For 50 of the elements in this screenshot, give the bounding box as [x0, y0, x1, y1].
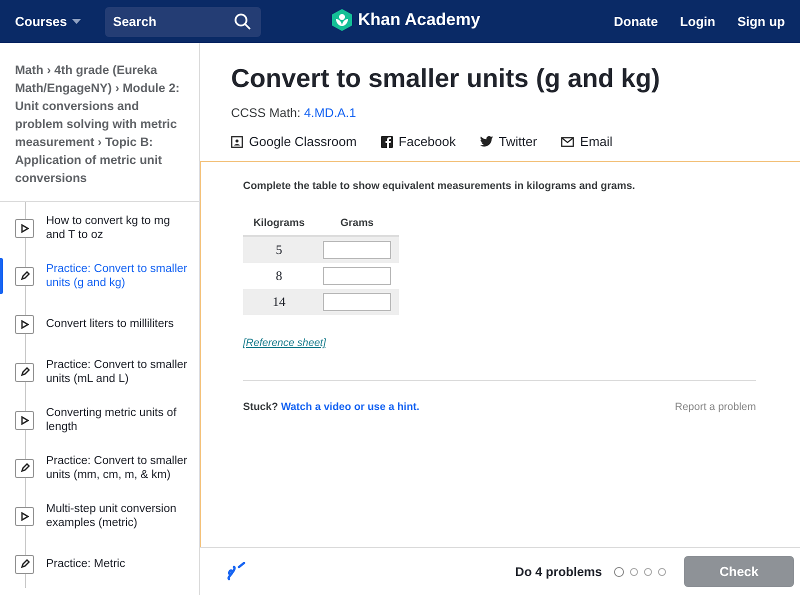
pencil-icon: [15, 554, 34, 574]
search-field[interactable]: Search: [105, 6, 262, 36]
pencil-icon: [15, 458, 34, 478]
header-link[interactable]: Sign up: [737, 14, 785, 29]
courses-menu[interactable]: Courses: [15, 14, 82, 29]
search-icon: [234, 12, 252, 30]
play-icon: [15, 314, 34, 334]
pencil-icon: [15, 362, 34, 382]
lesson-item[interactable]: Practice: Convert to smaller units (mL and L): [0, 348, 199, 396]
report-link[interactable]: Report a problem: [674, 401, 756, 413]
classroom-icon: [231, 136, 243, 148]
hint-link[interactable]: Watch a video or use a hint.: [280, 401, 420, 413]
lesson-item[interactable]: Practice: Convert to smaller units (mm, cm, m, & km): [0, 444, 199, 492]
share-link[interactable]: Email: [561, 134, 613, 149]
play-icon: [15, 218, 34, 238]
question-text: Complete the table to show equivalent measurements in kilograms and grams.: [243, 180, 636, 192]
page-title: Convert to smaller units (g and kg): [231, 63, 662, 94]
table-cell: 5: [243, 236, 315, 263]
standard-label: CCSS Math:: [231, 106, 300, 120]
logo-icon: [332, 9, 352, 31]
facebook-icon: [380, 136, 393, 148]
table-cell: 14: [243, 289, 315, 315]
stuck-label: Stuck?: [243, 401, 278, 413]
lesson-item[interactable]: Multi-step unit conversion examples (metric): [0, 492, 199, 540]
scratchpad-icon[interactable]: [226, 562, 246, 582]
task-label: Do 4 problems: [515, 564, 602, 578]
reference-link[interactable]: [Reference sheet]: [243, 337, 326, 349]
standard-link[interactable]: 4.MD.A.1: [304, 106, 356, 120]
twitter-icon: [480, 136, 493, 147]
lesson-item[interactable]: Convert liters to milliliters: [0, 300, 199, 348]
answer-box[interactable]: [323, 267, 391, 285]
share-link[interactable]: Facebook: [380, 134, 456, 149]
pencil-icon: [15, 266, 34, 286]
lesson-item[interactable]: How to convert kg to mg and T to oz: [0, 204, 199, 252]
lesson-item[interactable]: Practice: Metric: [0, 540, 199, 588]
caret-icon: [72, 19, 82, 24]
lesson-item[interactable]: Practice: Convert to smaller units (g and kg): [0, 252, 199, 300]
answer-box[interactable]: [323, 241, 391, 259]
breadcrumb-trail[interactable]: Math › 4th grade (Eureka Math/EngageNY) › Module 2: Unit conversions and problem solving with metric measurement › Topic B: Application of metric unit conversions: [15, 61, 187, 187]
share-link[interactable]: Google Classroom: [231, 134, 357, 149]
share-link[interactable]: Twitter: [480, 134, 538, 149]
answer-box[interactable]: [323, 293, 391, 311]
play-icon: [15, 506, 34, 526]
email-icon: [561, 136, 574, 146]
header-link[interactable]: Donate: [614, 14, 658, 29]
table-cell: 8: [243, 263, 315, 289]
play-icon: [15, 410, 34, 430]
lesson-item[interactable]: Converting metric units of length: [0, 396, 199, 444]
header-link[interactable]: Login: [680, 14, 716, 29]
logo-text: Khan Academy: [358, 10, 480, 30]
